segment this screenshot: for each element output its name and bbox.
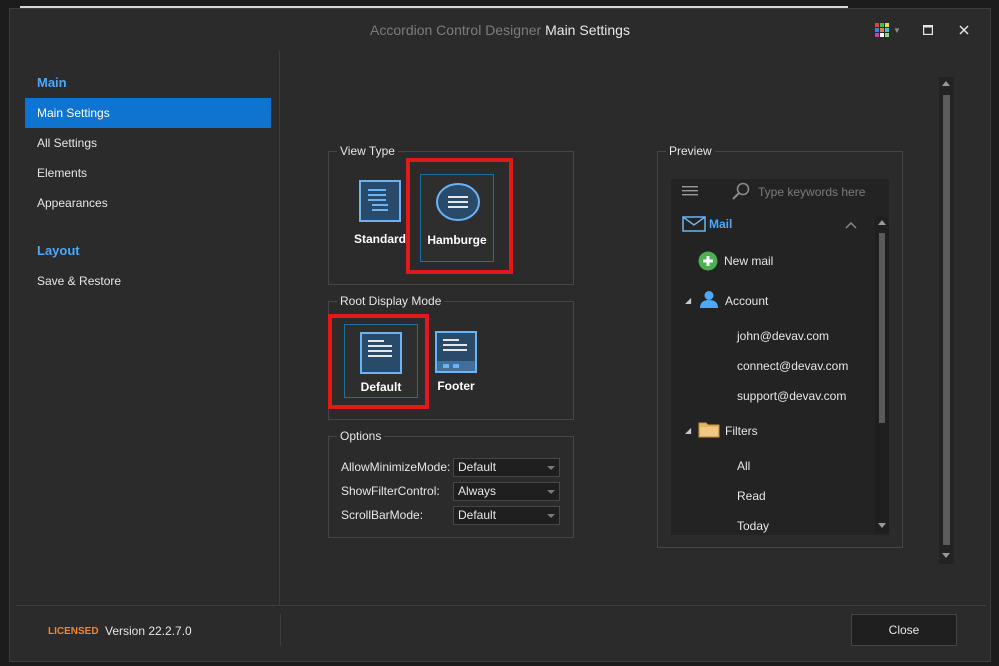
preview-group: Preview Type keywords here Mail New mail… — [657, 144, 903, 548]
view-type-title: View Type — [337, 144, 398, 158]
footer-label: Footer — [437, 379, 475, 393]
sidebar-item-main-settings[interactable]: Main Settings — [25, 98, 271, 128]
options-title: Options — [337, 429, 385, 443]
standard-view-icon — [359, 180, 401, 222]
hamburger-menu-icon[interactable] — [682, 185, 700, 197]
allow-minimize-mode-label: AllowMinimizeMode: — [341, 460, 451, 474]
footer: LICENSED Version 22.2.7.0 Close — [16, 605, 986, 661]
view-type-standard-option[interactable]: Standard — [349, 174, 411, 262]
palette-swatch — [875, 33, 880, 37]
scroll-down-icon[interactable] — [878, 523, 886, 528]
scroll-down-icon[interactable] — [942, 553, 950, 558]
options-group: Options AllowMinimizeMode: Default ShowF… — [328, 429, 574, 538]
scroll-up-icon[interactable] — [942, 81, 950, 86]
sidebar-item-save-restore[interactable]: Save & Restore — [25, 266, 271, 296]
preview-filter-item[interactable]: Today — [737, 519, 769, 533]
root-display-mode-title: Root Display Mode — [337, 294, 445, 308]
preview-account-group[interactable]: Account — [725, 294, 768, 308]
licensed-badge: LICENSED — [48, 626, 99, 637]
preview-filter-item[interactable]: Read — [737, 489, 766, 503]
window-title: Accordion Control Designer Main Settings — [10, 22, 990, 38]
scroll-up-icon[interactable] — [878, 220, 886, 225]
chevron-down-icon — [547, 514, 555, 518]
preview-account-item[interactable]: connect@devav.com — [737, 359, 848, 373]
sidebar-nav: Main Main Settings All Settings Elements… — [16, 51, 280, 605]
skin-palette-button[interactable]: ▼ — [873, 21, 903, 39]
main-scrollbar[interactable] — [939, 77, 954, 564]
sidebar-item-appearances[interactable]: Appearances — [25, 188, 271, 218]
palette-swatch — [880, 33, 885, 37]
close-icon — [959, 25, 969, 35]
close-window-button[interactable] — [954, 21, 974, 39]
search-input[interactable]: Type keywords here — [758, 185, 865, 199]
sidebar-item-all-settings[interactable]: All Settings — [25, 128, 271, 158]
collapse-triangle-icon[interactable]: ◢ — [685, 296, 691, 305]
main-scroll-thumb[interactable] — [943, 95, 950, 545]
standard-label: Standard — [353, 232, 406, 246]
maximize-button[interactable] — [918, 21, 938, 39]
allow-minimize-mode-value: Default — [458, 460, 497, 474]
chevron-down-icon — [547, 490, 555, 494]
preview-scroll-thumb[interactable] — [879, 233, 885, 423]
window-title-main: Main Settings — [545, 22, 630, 38]
allow-minimize-mode-combo[interactable]: Default — [453, 458, 560, 477]
mail-icon — [682, 216, 706, 232]
footer-mode-icon — [435, 331, 477, 373]
preview-account-item[interactable]: john@devav.com — [737, 329, 829, 343]
user-icon — [700, 291, 718, 308]
window-title-prefix: Accordion Control Designer — [370, 22, 542, 38]
show-filter-control-combo[interactable]: Always — [453, 482, 560, 501]
maximize-icon — [923, 25, 933, 35]
title-bar: Accordion Control Designer Main Settings… — [10, 9, 990, 51]
preview-filters-group[interactable]: Filters — [725, 424, 758, 438]
palette-grid-icon — [875, 23, 890, 37]
sidebar-item-elements[interactable]: Elements — [25, 158, 271, 188]
preview-mail-group[interactable]: Mail — [709, 217, 732, 231]
show-filter-control-value: Always — [458, 484, 497, 498]
scroll-bar-mode-label: ScrollBarMode: — [341, 508, 424, 522]
scroll-bar-mode-value: Default — [458, 508, 497, 522]
root-mode-footer-option[interactable]: Footer — [427, 324, 485, 398]
close-button[interactable]: Close — [851, 614, 957, 646]
search-icon — [732, 182, 750, 200]
sidebar-group-layout: Layout — [37, 243, 80, 258]
chevron-down-icon — [547, 466, 555, 470]
preview-scrollbar[interactable] — [875, 217, 889, 533]
show-filter-control-label: ShowFilterControl: — [341, 484, 440, 498]
collapse-triangle-icon[interactable]: ◢ — [685, 426, 691, 435]
palette-swatch — [880, 23, 885, 27]
palette-swatch — [885, 23, 890, 27]
preview-filter-item[interactable]: All — [737, 459, 750, 473]
highlight-default — [328, 314, 429, 409]
designer-window: Accordion Control Designer Main Settings… — [9, 8, 991, 662]
folder-icon — [698, 422, 720, 438]
palette-swatch — [885, 28, 890, 32]
accordion-preview: Type keywords here Mail New mail ◢ Accou… — [671, 179, 889, 535]
palette-swatch — [875, 28, 880, 32]
version-label: Version 22.2.7.0 — [105, 624, 192, 638]
highlight-hamburger — [406, 158, 513, 274]
chevron-down-icon: ▼ — [893, 25, 901, 35]
chevron-up-icon[interactable] — [845, 221, 857, 229]
palette-swatch — [885, 33, 890, 37]
sidebar-group-main: Main — [37, 75, 67, 90]
palette-swatch — [880, 28, 885, 32]
preview-title: Preview — [666, 144, 715, 158]
add-icon — [698, 251, 718, 271]
palette-swatch — [875, 23, 880, 27]
footer-divider — [280, 614, 281, 646]
scroll-bar-mode-combo[interactable]: Default — [453, 506, 560, 525]
preview-account-item[interactable]: support@devav.com — [737, 389, 846, 403]
preview-new-mail[interactable]: New mail — [724, 254, 773, 268]
